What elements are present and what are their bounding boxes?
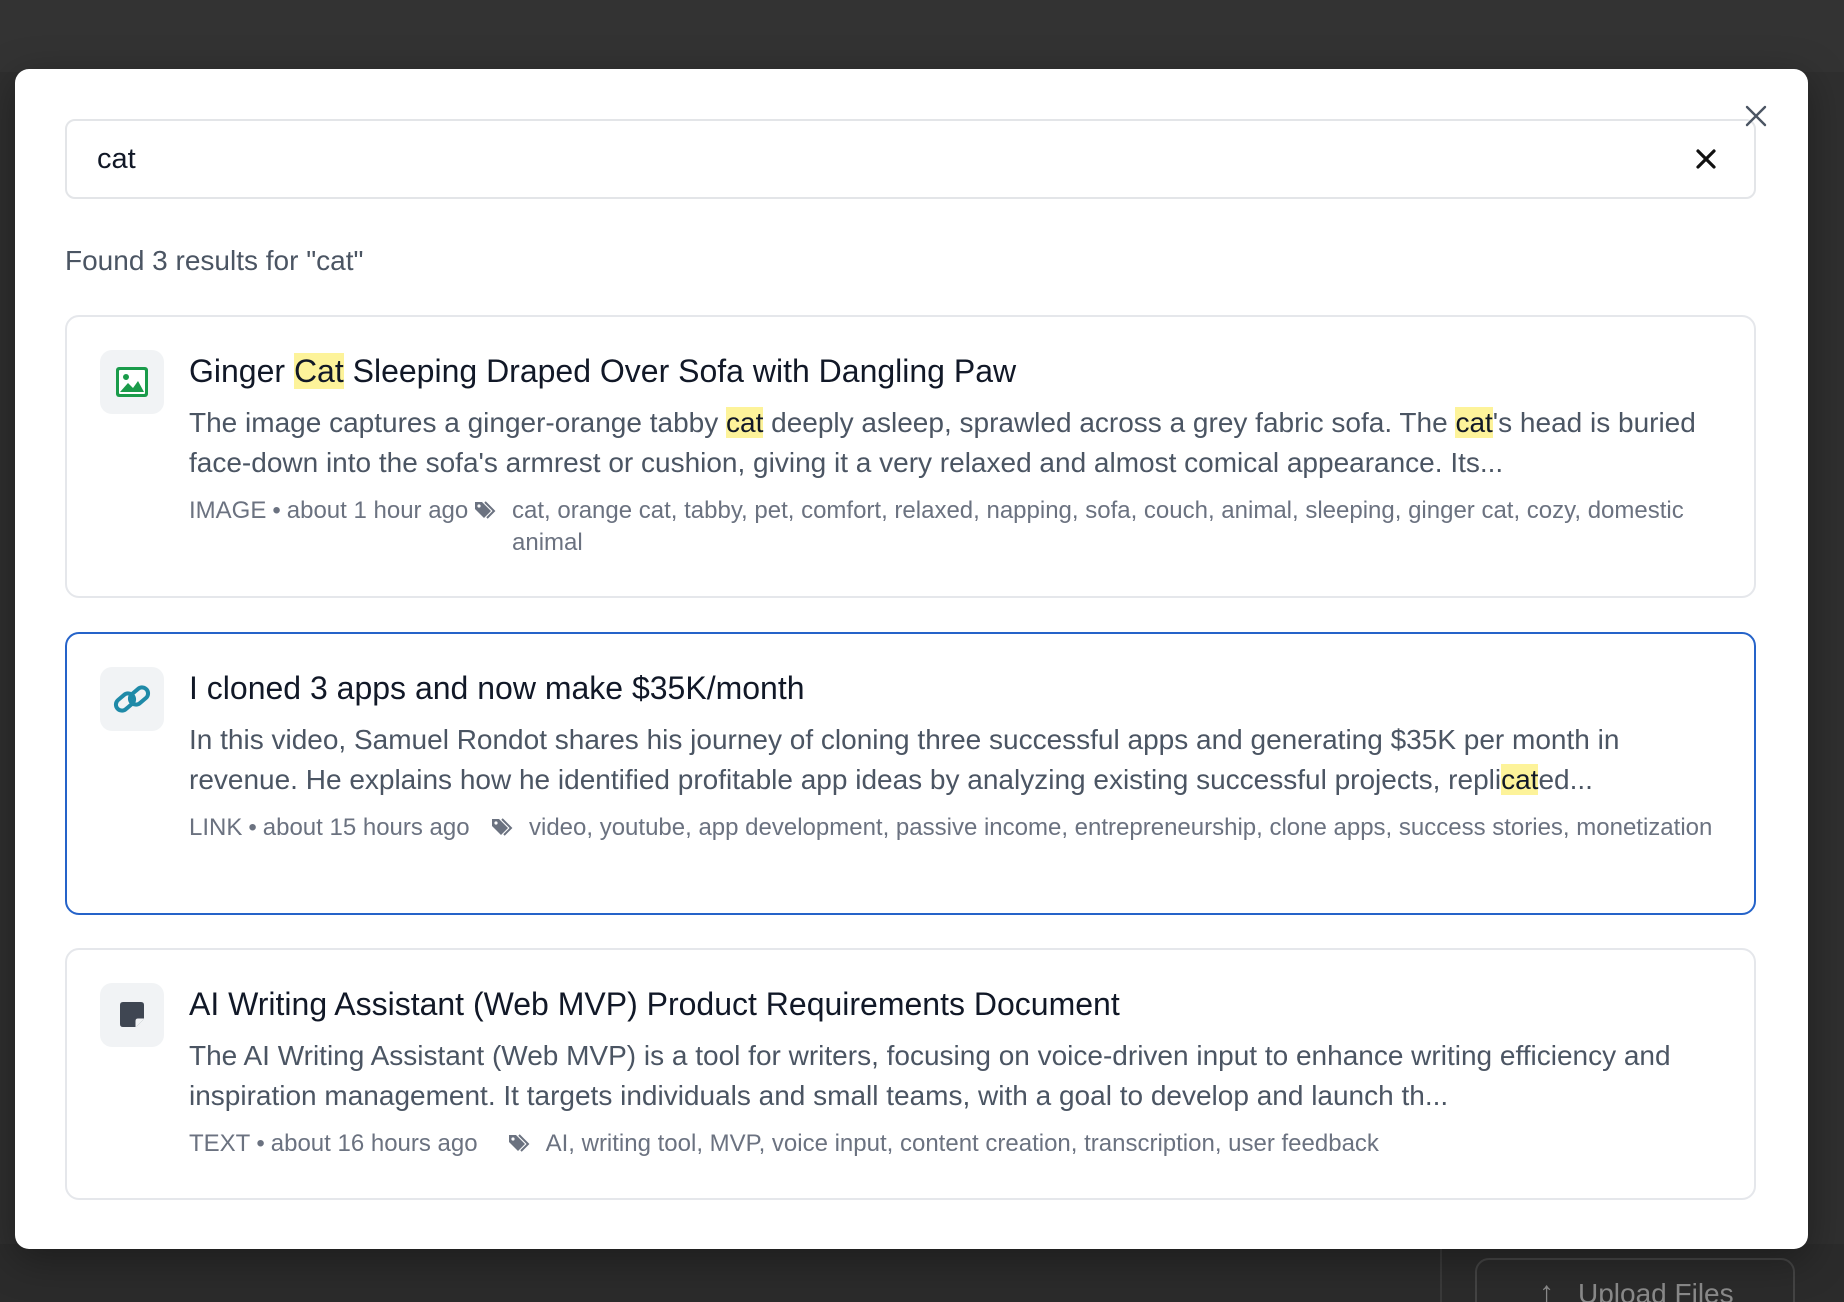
upload-icon: ↑: [1539, 1276, 1554, 1302]
highlight: Cat: [293, 353, 344, 389]
highlight: cat: [1501, 764, 1539, 795]
result-tags: video, youtube, app development, passive…: [491, 812, 1712, 844]
search-modal: Found 3 results for "cat" Ginger Cat Sle…: [15, 69, 1808, 1249]
upload-files-label: Upload Files: [1578, 1278, 1734, 1302]
result-meta: IMAGE • about 1 hour ago cat, orange cat, …: [189, 495, 1722, 559]
result-time: about 15 hours ago: [262, 814, 470, 841]
highlight: cat: [726, 407, 764, 438]
note-icon: [100, 983, 164, 1047]
result-meta: TEXT • about 16 hours ago AI, writing tool…: [189, 1128, 1722, 1160]
result-count: Found 3 results for "cat": [65, 245, 364, 276]
result-type-time: LINK • about 15 hours ago: [189, 814, 470, 841]
result-tags-text: AI, writing tool, MVP, voice input, cont…: [545, 1130, 1379, 1157]
result-tags: AI, writing tool, MVP, voice input, cont…: [508, 1128, 1379, 1160]
highlight: cat: [1455, 407, 1493, 438]
result-card-image[interactable]: Ginger Cat Sleeping Draped Over Sofa wit…: [65, 315, 1756, 598]
result-tags-text: cat, orange cat, tabby, pet, comfort, re…: [512, 497, 1684, 556]
result-type: LINK: [189, 814, 243, 841]
result-title: Ginger Cat Sleeping Draped Over Sofa wit…: [189, 353, 1017, 389]
result-time: about 1 hour ago: [286, 497, 469, 524]
result-title: AI Writing Assistant (Web MVP) Product R…: [189, 986, 1120, 1022]
result-tags-text: video, youtube, app development, passive…: [529, 814, 1713, 841]
link-icon: [100, 667, 164, 731]
result-type: IMAGE: [189, 497, 267, 524]
result-card-link[interactable]: I cloned 3 apps and now make $35K/month …: [65, 632, 1756, 915]
tags-icon: [508, 1128, 536, 1160]
result-description: In this video, Samuel Rondot shares his …: [189, 724, 1620, 795]
result-meta: LINK • about 15 hours ago video, youtube, …: [189, 812, 1722, 844]
background-divider: [1440, 1244, 1442, 1302]
tags-icon: [474, 495, 502, 527]
result-card-text[interactable]: AI Writing Assistant (Web MVP) Product R…: [65, 948, 1756, 1200]
result-type: TEXT: [189, 1130, 251, 1157]
result-title: I cloned 3 apps and now make $35K/month: [189, 670, 805, 706]
clear-search-icon[interactable]: [1688, 141, 1724, 177]
tags-icon: [491, 812, 519, 844]
search-box[interactable]: [65, 119, 1756, 199]
result-type-time: IMAGE • about 1 hour ago: [189, 497, 469, 524]
search-input[interactable]: [97, 142, 1688, 176]
background-header: [0, 0, 1844, 72]
result-description: The AI Writing Assistant (Web MVP) is a …: [189, 1040, 1671, 1111]
result-time: about 16 hours ago: [270, 1130, 478, 1157]
image-icon: [100, 350, 164, 414]
result-type-time: TEXT • about 16 hours ago: [189, 1130, 478, 1157]
upload-files-button[interactable]: ↑ Upload Files: [1475, 1258, 1795, 1302]
result-description: The image captures a ginger-orange tabby…: [189, 407, 1696, 478]
close-modal-icon[interactable]: [1738, 98, 1774, 134]
result-tags: cat, orange cat, tabby, pet, comfort, re…: [474, 495, 1722, 559]
